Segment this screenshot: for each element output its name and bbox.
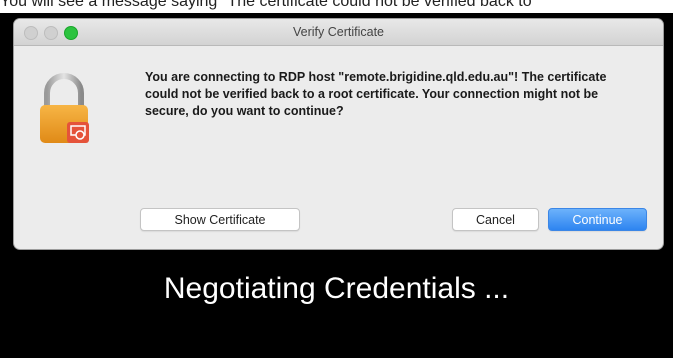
titlebar: Verify Certificate xyxy=(14,19,663,46)
lock-icon xyxy=(40,73,89,143)
window-title: Verify Certificate xyxy=(292,25,384,39)
negotiating-status: Negotiating Credentials ... xyxy=(163,272,510,305)
cancel-button[interactable]: Cancel xyxy=(452,208,539,231)
caption-strip: You will see a message saying "The certi… xyxy=(0,0,673,13)
continue-button[interactable]: Continue xyxy=(548,208,647,231)
show-certificate-button[interactable]: Show Certificate xyxy=(140,208,300,231)
caption-text: You will see a message saying "The certi… xyxy=(0,0,532,10)
verify-certificate-dialog: Verify Certificate You are connecting to… xyxy=(14,19,663,249)
certificate-warning-message: You are connecting to RDP host "remote.b… xyxy=(145,70,607,118)
